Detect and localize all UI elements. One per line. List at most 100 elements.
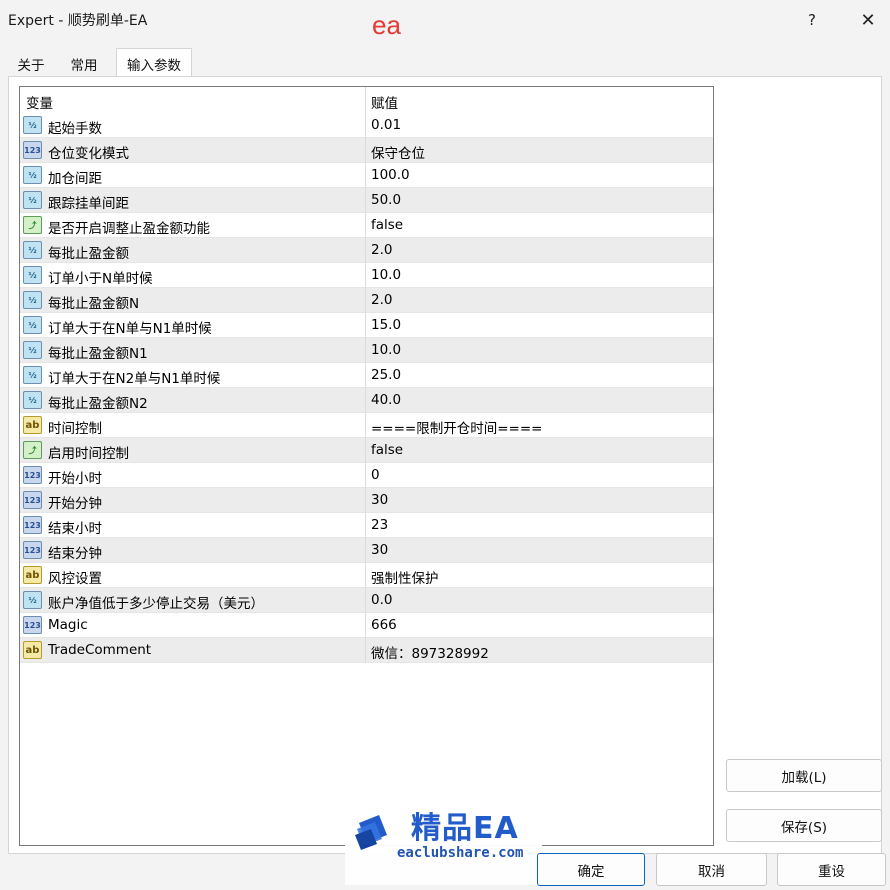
table-row[interactable]: ab TradeComment 微信：897328992	[20, 638, 713, 663]
row-value[interactable]: 30	[371, 542, 388, 558]
table-row[interactable]: ½ 每批止盈金额N2 40.0	[20, 388, 713, 413]
double-type-icon: ½	[23, 291, 42, 309]
column-divider	[365, 338, 366, 363]
row-variable-name: 每批止盈金额	[48, 246, 129, 262]
table-row[interactable]: ½ 每批止盈金额N 2.0	[20, 288, 713, 313]
row-variable-name: 仓位变化模式	[48, 146, 129, 162]
row-variable-name: 风控设置	[48, 571, 102, 587]
watermark-title: 精品EA	[411, 811, 519, 846]
table-row[interactable]: 123 结束分钟 30	[20, 538, 713, 563]
header-value[interactable]: 赋值	[371, 92, 398, 112]
string-type-icon: ab	[23, 566, 42, 584]
boolean-type-icon: ⤴	[23, 216, 42, 234]
row-variable-name: 起始手数	[48, 121, 102, 137]
table-row[interactable]: ½ 每批止盈金额N1 10.0	[20, 338, 713, 363]
ok-button[interactable]: 确定	[537, 853, 645, 886]
row-value[interactable]: 666	[371, 617, 397, 633]
row-value[interactable]: 2.0	[371, 242, 392, 258]
column-divider	[365, 538, 366, 563]
column-divider	[365, 588, 366, 613]
table-row[interactable]: ⤴ 是否开启调整止盈金额功能 false	[20, 213, 713, 238]
row-value[interactable]: 2.0	[371, 292, 392, 308]
table-body: ½ 起始手数 0.01 123 仓位变化模式 保守仓位 ½ 加仓间距 100.0 ½ 跟踪挂单间距 5…	[20, 113, 713, 663]
double-type-icon: ½	[23, 266, 42, 284]
row-variable-name: Magic	[48, 617, 88, 633]
integer-type-icon: 123	[23, 141, 42, 159]
column-divider	[365, 463, 366, 488]
string-type-icon: ab	[23, 416, 42, 434]
table-row[interactable]: ab 风控设置 强制性保护	[20, 563, 713, 588]
tab-inputs[interactable]: 输入参数	[116, 48, 192, 78]
load-button[interactable]: 加载(L)	[726, 759, 882, 792]
row-value[interactable]: false	[371, 217, 403, 233]
parameters-table: 变量 赋值 ½ 起始手数 0.01 123 仓位变化模式 保守仓位 ½ 加仓间距 100.0 ½ 跟…	[19, 86, 714, 846]
row-value[interactable]: 15.0	[371, 317, 401, 333]
row-value[interactable]: 微信：897328992	[371, 642, 489, 662]
table-row[interactable]: 123 结束小时 23	[20, 513, 713, 538]
double-type-icon: ½	[23, 391, 42, 409]
table-row[interactable]: 123 Magic 666	[20, 613, 713, 638]
double-type-icon: ½	[23, 316, 42, 334]
row-value[interactable]: 100.0	[371, 167, 410, 183]
row-value[interactable]: ====限制开仓时间====	[371, 417, 543, 437]
row-value[interactable]: 强制性保护	[371, 567, 439, 587]
table-row[interactable]: 123 开始分钟 30	[20, 488, 713, 513]
row-value[interactable]: 0.01	[371, 117, 401, 133]
row-value[interactable]: 23	[371, 517, 388, 533]
table-row[interactable]: ½ 每批止盈金额 2.0	[20, 238, 713, 263]
column-divider	[365, 513, 366, 538]
cancel-button[interactable]: 取消	[656, 853, 767, 886]
string-type-icon: ab	[23, 641, 42, 659]
column-divider	[365, 638, 366, 663]
double-type-icon: ½	[23, 116, 42, 134]
row-value[interactable]: 25.0	[371, 367, 401, 383]
table-row[interactable]: ab 时间控制 ====限制开仓时间====	[20, 413, 713, 438]
table-row[interactable]: ½ 订单大于在N2单与N1单时候 25.0	[20, 363, 713, 388]
row-variable-name: 开始小时	[48, 471, 102, 487]
table-row[interactable]: ½ 跟踪挂单间距 50.0	[20, 188, 713, 213]
header-variable[interactable]: 变量	[26, 92, 53, 112]
window-title: Expert - 顺势刷单-EA	[8, 13, 148, 29]
column-divider	[365, 313, 366, 338]
double-type-icon: ½	[23, 366, 42, 384]
row-value[interactable]: 10.0	[371, 342, 401, 358]
table-row[interactable]: ½ 加仓间距 100.0	[20, 163, 713, 188]
row-value[interactable]: 40.0	[371, 392, 401, 408]
table-row[interactable]: ½ 订单小于N单时候 10.0	[20, 263, 713, 288]
table-row[interactable]: ½ 起始手数 0.01	[20, 113, 713, 138]
tab-about[interactable]: 关于	[8, 50, 54, 76]
double-type-icon: ½	[23, 191, 42, 209]
watermark-url: eaclubshare.com	[397, 845, 524, 861]
save-button[interactable]: 保存(S)	[726, 809, 882, 842]
row-variable-name: 加仓间距	[48, 171, 102, 187]
table-row[interactable]: ½ 账户净值低于多少停止交易（美元） 0.0	[20, 588, 713, 613]
row-value[interactable]: 50.0	[371, 192, 401, 208]
tab-common[interactable]: 常用	[58, 50, 110, 76]
reset-button[interactable]: 重设	[777, 853, 886, 886]
close-button[interactable]: ✕	[853, 6, 883, 34]
column-divider	[365, 113, 366, 138]
column-divider	[365, 613, 366, 638]
table-row[interactable]: 123 仓位变化模式 保守仓位	[20, 138, 713, 163]
row-variable-name: 每批止盈金额N	[48, 296, 140, 312]
column-divider	[365, 388, 366, 413]
column-divider	[365, 438, 366, 463]
row-value[interactable]: 30	[371, 492, 388, 508]
column-divider	[365, 413, 366, 438]
tab-strip: 关于 常用 输入参数	[0, 40, 890, 78]
table-row[interactable]: 123 开始小时 0	[20, 463, 713, 488]
row-variable-name: 每批止盈金额N2	[48, 396, 148, 412]
header-divider[interactable]	[365, 87, 366, 113]
row-value[interactable]: 0.0	[371, 592, 392, 608]
row-value[interactable]: 0	[371, 467, 380, 483]
row-value[interactable]: 保守仓位	[371, 142, 425, 162]
integer-type-icon: 123	[23, 516, 42, 534]
column-divider	[365, 563, 366, 588]
help-button[interactable]: ?	[797, 6, 827, 34]
row-value[interactable]: 10.0	[371, 267, 401, 283]
table-row[interactable]: ⤴ 启用时间控制 false	[20, 438, 713, 463]
row-variable-name: 跟踪挂单间距	[48, 196, 129, 212]
table-row[interactable]: ½ 订单大于在N单与N1单时候 15.0	[20, 313, 713, 338]
row-value[interactable]: false	[371, 442, 403, 458]
integer-type-icon: 123	[23, 541, 42, 559]
